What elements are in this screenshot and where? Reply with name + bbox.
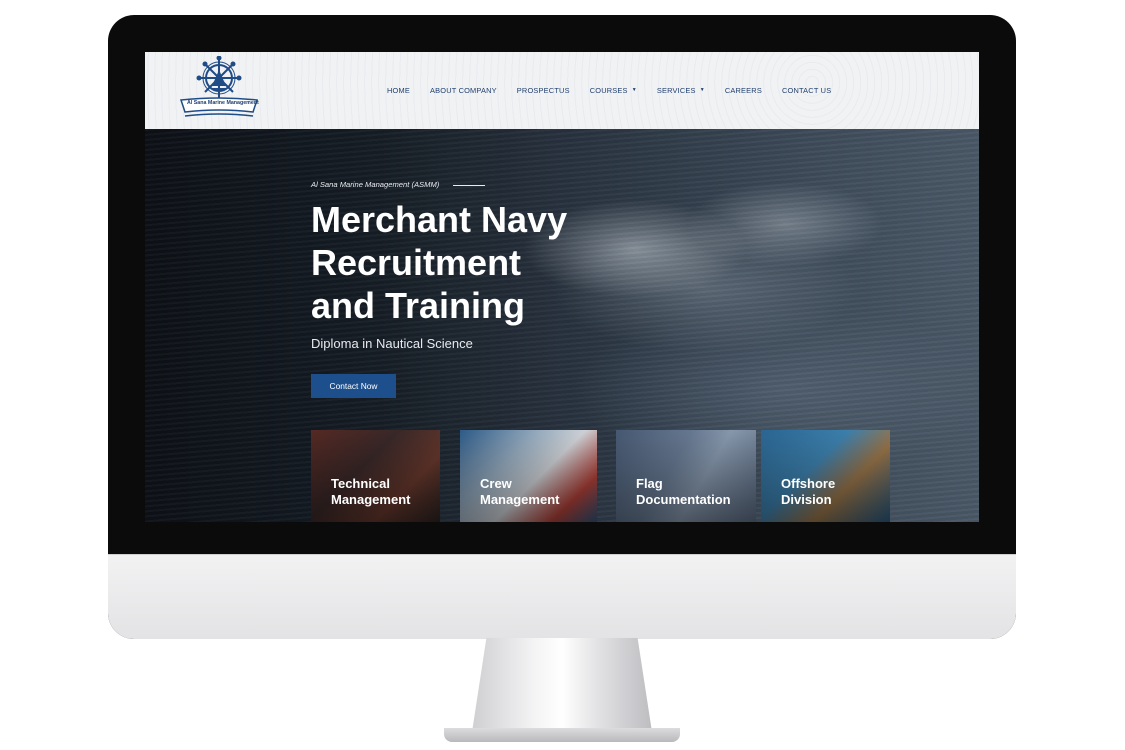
nav-contact-us[interactable]: CONTACT US	[782, 86, 831, 95]
logo[interactable]: Al Sana Marine Management	[175, 55, 263, 124]
nav-services[interactable]: SERVICES ▼	[657, 86, 705, 95]
monitor-chin	[108, 554, 1016, 639]
caret-down-icon: ▼	[631, 87, 637, 93]
card-label: Offshore Division	[781, 476, 836, 507]
eyebrow-divider	[453, 185, 485, 186]
nav-prospectus[interactable]: PROSPECTUS	[517, 86, 570, 95]
nav-about-company[interactable]: ABOUT COMPANY	[430, 86, 497, 95]
monitor-stand	[472, 638, 652, 732]
site-header: Al Sana Marine Management HOME ABOUT COM…	[145, 52, 979, 130]
nav-courses-label: COURSES	[589, 85, 628, 95]
contact-now-button[interactable]: Contact Now	[311, 374, 396, 398]
ship-wheel-logo-icon	[179, 55, 259, 117]
nav-home-label: HOME	[387, 85, 410, 95]
caret-down-icon: ▼	[699, 87, 705, 93]
nav-contact-label: CONTACT US	[781, 85, 832, 95]
nav-home[interactable]: HOME	[387, 86, 410, 95]
nav-courses[interactable]: COURSES ▼	[590, 86, 637, 95]
card-crew-management[interactable]: Crew Management	[460, 430, 597, 522]
card-label: Crew Management	[480, 476, 560, 507]
screen: Al Sana Marine Management HOME ABOUT COM…	[145, 52, 979, 522]
hero-title: Merchant Navy Recruitment and Training	[311, 199, 568, 326]
hero-section: Al Sana Marine Management (ASMM) Merchan…	[145, 129, 979, 522]
card-offshore-division[interactable]: Offshore Division	[761, 430, 890, 522]
card-label: Flag Documentation	[636, 476, 731, 507]
nav-prospectus-label: PROSPECTUS	[516, 85, 570, 95]
nav-careers[interactable]: CAREERS	[725, 86, 762, 95]
nav-about-label: ABOUT COMPANY	[429, 85, 497, 95]
nav-services-label: SERVICES	[656, 85, 696, 95]
card-label: Technical Management	[331, 476, 411, 507]
nav-careers-label: CAREERS	[724, 85, 762, 95]
hero-subtitle: Diploma in Nautical Science	[311, 336, 473, 351]
hero-eyebrow: Al Sana Marine Management (ASMM)	[311, 180, 440, 189]
logo-text: Al Sana Marine Management	[187, 100, 259, 106]
card-technical-management[interactable]: Technical Management	[311, 430, 440, 522]
main-nav: HOME ABOUT COMPANY PROSPECTUS COURSES ▼ S…	[387, 83, 831, 97]
monitor-stand-base	[444, 728, 680, 742]
card-flag-documentation[interactable]: Flag Documentation	[616, 430, 756, 522]
